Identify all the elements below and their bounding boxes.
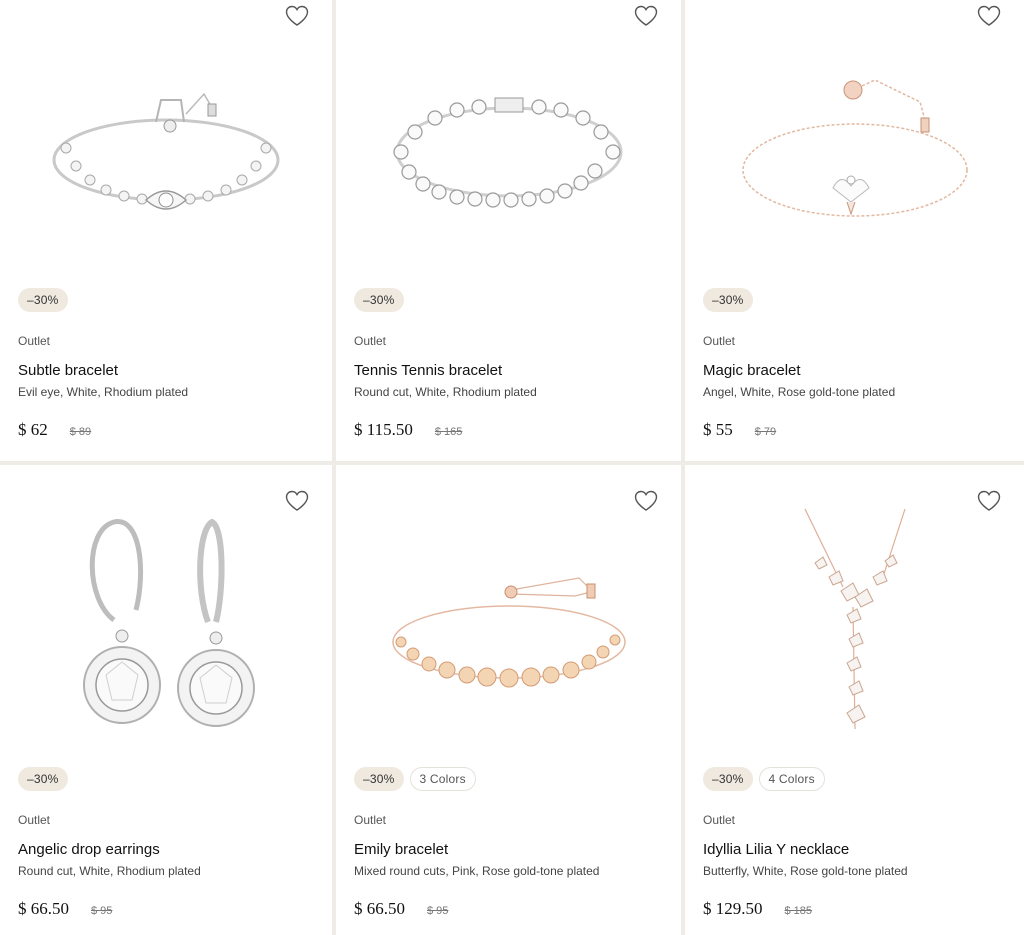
original-price: $ 185 <box>784 905 813 917</box>
product-details: Evil eye, White, Rhodium plated <box>18 385 189 399</box>
product-card[interactable]: –30% Outlet Magic bracelet Angel, White,… <box>685 0 1024 461</box>
price-row: $ 66.50 $ 95 <box>354 899 448 919</box>
product-name[interactable]: Angelic drop earrings <box>18 841 160 858</box>
original-price: $ 165 <box>434 426 463 438</box>
product-card[interactable]: –30% Outlet Subtle bracelet Evil eye, Wh… <box>0 0 332 461</box>
discount-badge: –30% <box>354 767 404 791</box>
product-grid: –30% Outlet Subtle bracelet Evil eye, Wh… <box>0 0 1024 935</box>
product-name[interactable]: Tennis Tennis bracelet <box>354 362 502 379</box>
product-card[interactable]: –30% 3 Colors Outlet Emily bracelet Mixe… <box>336 465 681 935</box>
product-image[interactable] <box>336 20 681 270</box>
product-details: Mixed round cuts, Pink, Rose gold-tone p… <box>354 864 600 878</box>
sale-price: $ 66.50 <box>354 899 405 918</box>
badges: –30% 3 Colors <box>354 767 476 791</box>
badges: –30% <box>354 288 404 312</box>
discount-badge: –30% <box>703 767 753 791</box>
product-details: Butterfly, White, Rose gold-tone plated <box>703 864 908 878</box>
product-card[interactable]: –30% Outlet Tennis Tennis bracelet Round… <box>336 0 681 461</box>
product-name[interactable]: Magic bracelet <box>703 362 801 379</box>
original-price: $ 79 <box>754 426 777 438</box>
product-image[interactable] <box>0 505 332 745</box>
outlet-tag: Outlet <box>18 813 51 827</box>
outlet-tag: Outlet <box>18 334 51 348</box>
original-price: $ 89 <box>69 426 92 438</box>
sale-price: $ 55 <box>703 420 733 439</box>
product-card[interactable]: –30% Outlet Angelic drop earrings Round … <box>0 465 332 935</box>
product-image[interactable] <box>336 505 681 745</box>
discount-badge: –30% <box>18 288 68 312</box>
discount-badge: –30% <box>354 288 404 312</box>
price-row: $ 115.50 $ 165 <box>354 420 462 440</box>
badges: –30% 4 Colors <box>703 767 825 791</box>
sale-price: $ 115.50 <box>354 420 413 439</box>
discount-badge: –30% <box>18 767 68 791</box>
price-row: $ 66.50 $ 95 <box>18 899 112 919</box>
product-image[interactable] <box>685 20 1024 270</box>
outlet-tag: Outlet <box>703 813 736 827</box>
product-image[interactable] <box>685 505 1024 745</box>
product-name[interactable]: Subtle bracelet <box>18 362 118 379</box>
price-row: $ 129.50 $ 185 <box>703 899 812 919</box>
sale-price: $ 66.50 <box>18 899 69 918</box>
product-details: Round cut, White, Rhodium plated <box>18 864 201 878</box>
outlet-tag: Outlet <box>354 334 387 348</box>
price-row: $ 55 $ 79 <box>703 420 776 440</box>
discount-badge: –30% <box>703 288 753 312</box>
product-name[interactable]: Emily bracelet <box>354 841 448 858</box>
product-image[interactable] <box>0 20 332 270</box>
original-price: $ 95 <box>427 905 449 917</box>
product-details: Round cut, White, Rhodium plated <box>354 385 537 399</box>
product-details: Angel, White, Rose gold-tone plated <box>703 385 896 399</box>
badges: –30% <box>18 767 68 791</box>
color-count-badge[interactable]: 4 Colors <box>758 767 825 791</box>
price-row: $ 62 $ 89 <box>18 420 91 440</box>
product-card[interactable]: –30% 4 Colors Outlet Idyllia Lilia Y nec… <box>685 465 1024 935</box>
original-price: $ 95 <box>91 905 113 917</box>
badges: –30% <box>703 288 753 312</box>
sale-price: $ 62 <box>18 420 48 439</box>
outlet-tag: Outlet <box>703 334 736 348</box>
product-name[interactable]: Idyllia Lilia Y necklace <box>703 841 849 858</box>
sale-price: $ 129.50 <box>703 899 763 918</box>
badges: –30% <box>18 288 68 312</box>
color-count-badge[interactable]: 3 Colors <box>409 767 476 791</box>
outlet-tag: Outlet <box>354 813 387 827</box>
